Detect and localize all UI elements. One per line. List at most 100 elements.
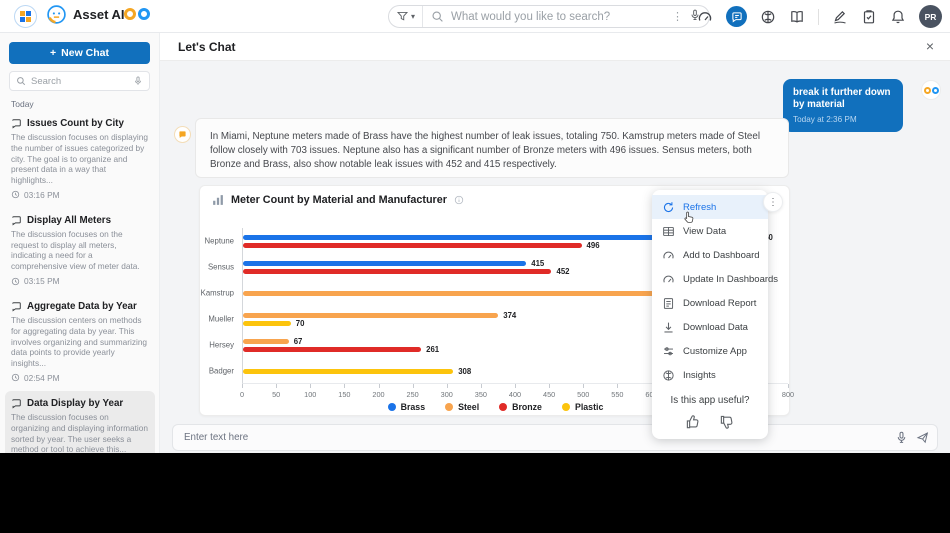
x-axis-tick-label: 400 <box>500 390 530 399</box>
new-chat-button[interactable]: + New Chat <box>9 42 150 64</box>
chart-bar[interactable] <box>243 339 289 344</box>
mic-icon[interactable] <box>133 76 143 86</box>
x-axis-tick-label: 0 <box>227 390 257 399</box>
x-axis-tick-label: 300 <box>432 390 462 399</box>
notifications-bell-icon[interactable] <box>890 9 906 25</box>
legend-dot <box>499 403 507 411</box>
x-axis-tick <box>379 384 380 388</box>
search-input[interactable]: What would you like to search? <box>451 11 666 23</box>
chart-bar[interactable] <box>243 369 453 374</box>
legend-label: Plastic <box>575 402 603 412</box>
app-window: Asset AI ▾ What would you like to search… <box>0 0 950 533</box>
chat-title: Let's Chat <box>178 40 236 54</box>
table-icon <box>662 225 675 238</box>
chart-bar[interactable] <box>243 261 526 266</box>
bar-value-label: 70 <box>296 318 305 327</box>
chat-history-item[interactable]: Aggregate Data by Year The discussion ce… <box>5 294 155 389</box>
report-icon <box>662 297 675 310</box>
send-icon[interactable] <box>916 431 929 444</box>
user-message-bubble: break it further down by material Today … <box>783 79 903 132</box>
legend-dot <box>445 403 453 411</box>
chart-bar[interactable] <box>243 243 582 248</box>
insights-brain-icon[interactable] <box>760 9 776 25</box>
x-axis-tick-label: 350 <box>466 390 496 399</box>
chat-item-title: Issues Count by City <box>27 118 124 129</box>
chat-item-description: The discussion centers on methods for ag… <box>11 315 149 369</box>
chat-item-title: Display All Meters <box>27 215 111 226</box>
menu-item-refresh[interactable]: Refresh <box>652 195 768 219</box>
chart-menu-button[interactable]: ⋮ <box>763 192 783 212</box>
x-axis-tick <box>481 384 482 388</box>
download-icon <box>662 321 675 334</box>
legend-item-steel[interactable]: Steel <box>445 402 479 412</box>
menu-item-insights[interactable]: Insights <box>652 363 768 387</box>
plus-icon: + <box>50 47 56 59</box>
menu-item-view-data[interactable]: View Data <box>652 219 768 243</box>
input-mic-icon[interactable] <box>895 431 908 444</box>
menu-item-update-in-dashboards[interactable]: Update In Dashboards <box>652 267 768 291</box>
legend-item-bronze[interactable]: Bronze <box>499 402 542 412</box>
chat-item-description: The discussion focuses on the request to… <box>11 229 149 272</box>
chat-assistant-icon[interactable] <box>726 6 747 27</box>
menu-item-download-report[interactable]: Download Report <box>652 291 768 315</box>
chat-item-description: The discussion focuses on displaying the… <box>11 132 149 186</box>
y-axis-label: Neptune <box>200 237 234 246</box>
bar-value-label: 261 <box>426 344 439 353</box>
chevron-down-icon: ▾ <box>411 12 415 21</box>
bar-value-label: 452 <box>556 266 569 275</box>
app-launcher-icon[interactable] <box>14 5 37 28</box>
x-axis-tick <box>788 384 789 388</box>
search-options-icon[interactable]: ⋮ <box>666 10 689 23</box>
menu-item-download-data[interactable]: Download Data <box>652 315 768 339</box>
legend-dot <box>562 403 570 411</box>
close-icon[interactable]: × <box>926 38 934 54</box>
refresh-icon <box>662 201 675 214</box>
thumbs-down-icon[interactable] <box>718 413 736 431</box>
chat-history-item[interactable]: Issues Count by City The discussion focu… <box>5 111 155 206</box>
chart-title-row: Meter Count by Material and Manufacturer <box>212 194 464 206</box>
chat-title-bar: Let's Chat × <box>160 33 950 61</box>
thumbs-up-icon[interactable] <box>684 413 702 431</box>
tasks-clipboard-icon[interactable] <box>861 9 877 25</box>
top-toolbar: PR <box>697 0 942 33</box>
legend-item-brass[interactable]: Brass <box>388 402 425 412</box>
chat-input[interactable]: Enter text here <box>181 432 887 443</box>
logo-ring-orange <box>124 8 136 20</box>
bar-value-label: 67 <box>294 336 303 345</box>
chat-history-item[interactable]: Display All Meters The discussion focuse… <box>5 208 155 292</box>
y-axis-label: Mueller <box>200 315 234 324</box>
chart-bar[interactable] <box>243 269 551 274</box>
x-axis-tick-label: 200 <box>364 390 394 399</box>
info-icon[interactable] <box>454 195 464 205</box>
legend-label: Brass <box>401 402 425 412</box>
new-chat-label: New Chat <box>61 47 109 59</box>
menu-item-customize-app[interactable]: Customize App <box>652 339 768 363</box>
signature-pen-icon[interactable] <box>832 9 848 25</box>
search-scope-dropdown[interactable]: ▾ <box>389 6 423 27</box>
user-message-time: Today at 2:36 PM <box>793 115 893 124</box>
menu-item-label: Download Report <box>683 298 756 309</box>
chat-input-bar[interactable]: Enter text here <box>172 424 938 451</box>
legend-item-plastic[interactable]: Plastic <box>562 402 603 412</box>
chart-bar[interactable] <box>243 291 723 296</box>
global-search-bar[interactable]: ▾ What would you like to search? ⋮ <box>388 5 710 28</box>
chart-bar[interactable] <box>243 321 291 326</box>
knowledge-book-icon[interactable] <box>789 9 805 25</box>
chart-bar[interactable] <box>243 347 421 352</box>
bar-value-label: 415 <box>531 258 544 267</box>
dashboard-gauge-icon[interactable] <box>697 9 713 25</box>
sidebar-search-input[interactable]: Search <box>9 71 150 91</box>
legend-dot <box>388 403 396 411</box>
chart-context-menu: Refresh View Data Add to Dashboard Updat… <box>652 190 768 439</box>
chart-y-axis-labels: NeptuneSensusKamstrupMuellerHerseyBadger <box>200 228 238 384</box>
bar-value-label: 496 <box>587 240 600 249</box>
user-avatar[interactable]: PR <box>919 5 942 28</box>
chart-bar[interactable] <box>243 313 498 318</box>
menu-item-add-to-dashboard[interactable]: Add to Dashboard <box>652 243 768 267</box>
y-axis-label: Sensus <box>200 263 234 272</box>
toolbar-divider <box>818 9 819 25</box>
bottom-black-bar <box>0 453 950 533</box>
logo-ring-orange <box>924 87 931 94</box>
company-logo <box>124 8 150 20</box>
bot-message-card: In Miami, Neptune meters made of Brass h… <box>195 118 789 178</box>
